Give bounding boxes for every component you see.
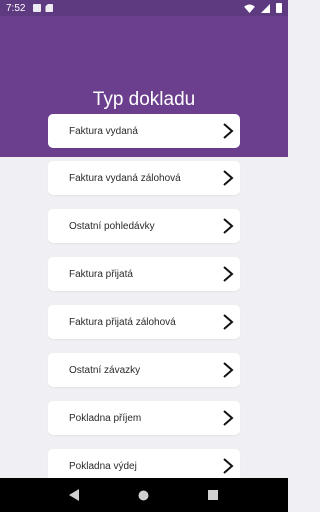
chevron-right-icon (223, 362, 234, 378)
sd-card-icon (45, 4, 54, 12)
back-icon (69, 489, 80, 501)
home-icon (138, 490, 149, 500)
document-type-faktura-vydana-zalohova[interactable]: Faktura vydaná zálohová (48, 161, 240, 195)
chevron-right-icon (223, 410, 234, 426)
document-type-ostatni-pohledavky[interactable]: Ostatní pohledávky (48, 209, 240, 243)
signal-icon (261, 3, 270, 13)
chevron-right-icon (223, 266, 234, 282)
chevron-right-icon (223, 123, 234, 139)
back-button[interactable] (68, 488, 82, 502)
chevron-right-icon (223, 458, 234, 474)
document-type-pokladna-prijem[interactable]: Pokladna příjem (48, 401, 240, 435)
recents-button[interactable] (206, 488, 220, 502)
recents-icon (208, 490, 219, 500)
document-type-faktura-prijata[interactable]: Faktura přijatá (48, 257, 240, 291)
document-type-label: Ostatní pohledávky (69, 220, 155, 232)
document-type-label: Faktura přijatá (69, 268, 133, 280)
document-type-label: Faktura přijatá zálohová (69, 316, 176, 328)
wifi-icon (244, 3, 255, 13)
document-type-label: Faktura vydaná zálohová (69, 172, 181, 184)
chevron-right-icon (223, 170, 234, 186)
status-bar: 7:52 (0, 0, 288, 16)
document-type-faktura-vydana[interactable]: Faktura vydaná (48, 114, 240, 148)
document-type-faktura-prijata-zalohova[interactable]: Faktura přijatá zálohová (48, 305, 240, 339)
notification-a-icon (33, 4, 42, 12)
page-title: Typ dokladu (92, 89, 196, 110)
chevron-right-icon (223, 314, 234, 330)
document-type-label: Pokladna výdej (69, 460, 137, 472)
battery-icon (276, 3, 282, 13)
chevron-right-icon (223, 218, 234, 234)
document-type-ostatni-zavazky[interactable]: Ostatní závazky (48, 353, 240, 387)
document-type-label: Pokladna příjem (69, 412, 142, 424)
home-button[interactable] (137, 488, 151, 502)
status-time: 7:52 (6, 2, 26, 14)
document-type-label: Faktura vydaná (69, 125, 138, 137)
document-type-label: Ostatní závazky (69, 364, 141, 376)
navigation-bar (0, 478, 288, 512)
